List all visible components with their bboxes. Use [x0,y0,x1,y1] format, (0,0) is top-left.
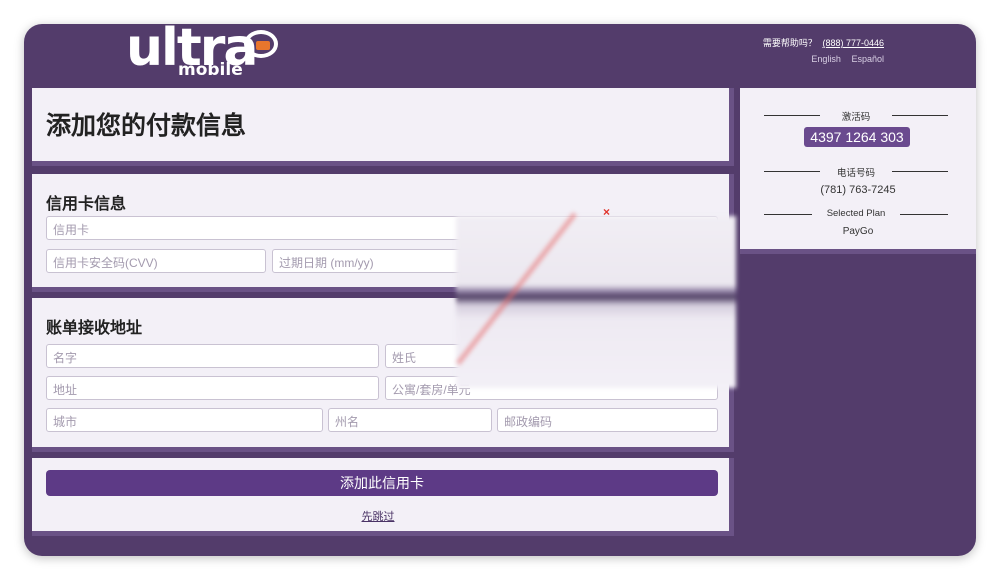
first-name-input[interactable]: 名字 [46,344,379,368]
help-phone-link[interactable]: (888) 777-0446 [822,38,884,48]
title-panel: 添加您的付款信息 [32,88,734,166]
sim-card-icon [256,41,270,50]
app-frame: ultra mobile 需要帮助吗？ (888) 777-0446 Engli… [24,24,976,556]
activation-code-badge: 4397 1264 303 [804,127,910,147]
city-input[interactable]: 城市 [46,408,323,432]
lang-spanish-link[interactable]: Español [851,54,884,64]
ultra-mobile-logo[interactable]: ultra mobile [126,24,286,84]
lang-english-link[interactable]: English [811,54,841,64]
chat-bubble-icon [244,30,278,58]
blurred-overlay [456,216,736,388]
phone-number-value: (781) 763-7245 [820,184,896,196]
skip-link[interactable]: 先跳过 [32,508,724,524]
phone-number-label: 电话号码 [764,165,948,179]
click-marker-icon: × [603,205,611,219]
selected-plan-value: PayGo [842,226,874,237]
card-info-heading: 信用卡信息 [46,196,127,213]
help-label: 需要帮助吗？ [762,38,817,48]
language-switcher: English Español [803,54,884,64]
cvv-input[interactable]: 信用卡安全码(CVV) [46,249,266,273]
activation-code-label: 激活码 [764,109,948,123]
state-input[interactable]: 州名 [328,408,492,432]
account-summary-panel: 激活码 4397 1264 303 电话号码 (781) 763-7245 Se… [740,88,976,254]
billing-address-heading: 账单接收地址 [46,320,143,337]
help-contact: 需要帮助吗？ (888) 777-0446 [763,36,884,49]
zip-input[interactable]: 邮政编码 [497,408,718,432]
page-title: 添加您的付款信息 [46,112,247,140]
address-input[interactable]: 地址 [46,376,379,400]
logo-subtext: mobile [178,60,243,80]
selected-plan-label: Selected Plan [764,208,948,219]
add-card-button[interactable]: 添加此信用卡 [46,470,718,496]
actions-panel: 添加此信用卡 先跳过 [32,458,734,536]
